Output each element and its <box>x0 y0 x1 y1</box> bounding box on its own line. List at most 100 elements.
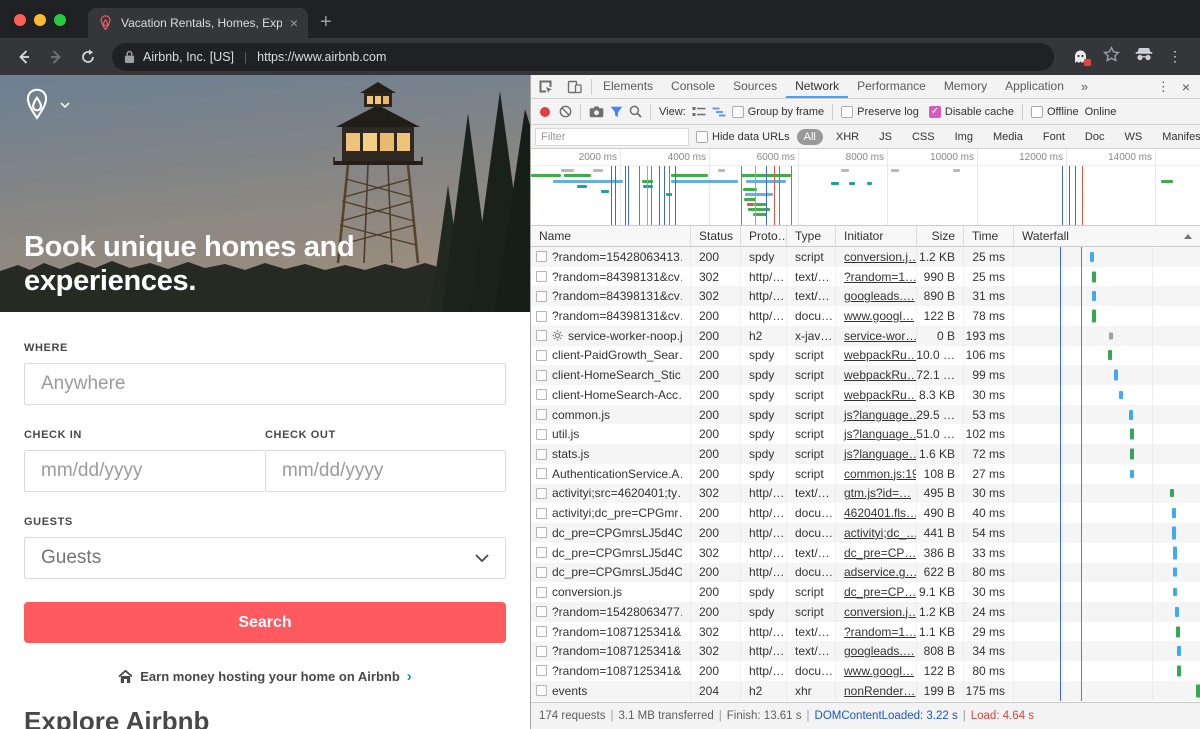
table-row[interactable]: ?random=15428063413…200spdyscriptconvers… <box>531 247 1200 267</box>
initiator-link[interactable]: conversion.j… <box>844 250 917 264</box>
initiator-link[interactable]: googleads.… <box>844 289 915 303</box>
request-name[interactable]: client-PaidGrowth_Sear… <box>552 348 682 362</box>
initiator-link[interactable]: webpackRu… <box>844 348 917 362</box>
forward-button[interactable] <box>42 43 70 71</box>
initiator-link[interactable]: js?language… <box>844 447 917 461</box>
back-button[interactable] <box>10 43 38 71</box>
minimize-window-button[interactable] <box>34 14 46 26</box>
tab-close-icon[interactable]: × <box>290 16 298 30</box>
throttling-select[interactable]: Online <box>1085 106 1117 118</box>
initiator-link[interactable]: activityi;dc_… <box>844 526 917 540</box>
hide-data-urls-checkbox[interactable]: Hide data URLs <box>696 131 790 143</box>
table-row[interactable]: dc_pre=CPGmrsLJ5d4C…200http/…docu…adserv… <box>531 563 1200 583</box>
table-row[interactable]: client-HomeSearch_Stic…200spdyscriptwebp… <box>531 365 1200 385</box>
extension-button[interactable] <box>1072 48 1089 65</box>
filter-pill-img[interactable]: Img <box>948 129 980 145</box>
table-row[interactable]: stats.js200spdyscriptjs?language…1.6 KB7… <box>531 444 1200 464</box>
table-row[interactable]: ?random=1087125341&…302http/…text/…?rand… <box>531 622 1200 642</box>
device-toolbar-button[interactable] <box>560 75 589 98</box>
request-name[interactable]: dc_pre=CPGmrsLJ5d4C… <box>552 546 682 560</box>
overview-toggle[interactable] <box>712 106 726 118</box>
request-name[interactable]: ?random=1087125341&… <box>552 664 682 678</box>
table-row[interactable]: ?random=1087125341&…302http/…text/…googl… <box>531 641 1200 661</box>
preserve-log-checkbox[interactable]: Preserve log <box>841 106 919 118</box>
initiator-link[interactable]: 4620401.fls… <box>844 506 917 520</box>
initiator-link[interactable]: gtm.js?id=… <box>844 486 911 500</box>
filter-pill-media[interactable]: Media <box>986 129 1030 145</box>
filter-pill-all[interactable]: All <box>797 129 823 145</box>
column-header-initiator[interactable]: Initiator <box>836 226 917 246</box>
filter-toggle-button[interactable] <box>610 106 623 118</box>
table-row[interactable]: ?random=84398131&cv…200http/…docu…www.go… <box>531 306 1200 326</box>
devtools-tab-network[interactable]: Network <box>786 75 848 98</box>
table-row[interactable]: util.js200spdyscriptjs?language…51.0 …10… <box>531 424 1200 444</box>
table-row[interactable]: AuthenticationService.A…200spdyscriptcom… <box>531 464 1200 484</box>
initiator-link[interactable]: dc_pre=CP… <box>844 546 916 560</box>
initiator-link[interactable]: ?random=1… <box>844 270 917 284</box>
browser-menu-button[interactable]: ⋮ <box>1168 48 1182 65</box>
devtools-tab-performance[interactable]: Performance <box>848 75 935 98</box>
network-overview[interactable]: 2000 ms4000 ms6000 ms8000 ms10000 ms1200… <box>531 149 1200 226</box>
address-bar[interactable]: Airbnb, Inc. [US] | https://www.airbnb.c… <box>112 43 1054 71</box>
table-row[interactable]: dc_pre=CPGmrsLJ5d4C…302http/…text/…dc_pr… <box>531 543 1200 563</box>
filter-pill-manifest[interactable]: Manifest <box>1155 129 1200 145</box>
request-name[interactable]: ?random=84398131&cv… <box>552 309 682 323</box>
maximize-window-button[interactable] <box>54 14 66 26</box>
request-name[interactable]: client-HomeSearch-Acc… <box>552 388 682 402</box>
table-row[interactable]: common.js200spdyscriptjs?language…29.5 …… <box>531 405 1200 425</box>
reload-button[interactable] <box>74 43 102 71</box>
request-name[interactable]: service-worker-noop.js <box>568 329 682 343</box>
request-name[interactable]: ?random=15428063477… <box>552 605 682 619</box>
request-name[interactable]: activityi;dc_pre=CPGmr… <box>552 506 682 520</box>
disable-cache-checkbox[interactable]: ✓Disable cache <box>929 106 1014 118</box>
table-row[interactable]: client-HomeSearch-Acc…200spdyscriptwebpa… <box>531 385 1200 405</box>
initiator-link[interactable]: ?random=1… <box>844 625 917 639</box>
request-name[interactable]: common.js <box>552 408 610 422</box>
filter-pill-font[interactable]: Font <box>1036 129 1072 145</box>
initiator-link[interactable]: webpackRu… <box>844 368 917 382</box>
table-row[interactable]: events204h2xhrnonRender…199 B175 ms <box>531 681 1200 701</box>
filter-pill-css[interactable]: CSS <box>905 129 942 145</box>
devtools-tab-application[interactable]: Application <box>996 75 1073 98</box>
request-name[interactable]: client-HomeSearch_Stic… <box>552 368 682 382</box>
host-link[interactable]: Earn money hosting your home on Airbnb › <box>24 668 506 685</box>
devtools-tab-elements[interactable]: Elements <box>594 75 662 98</box>
initiator-link[interactable]: googleads.… <box>844 644 915 658</box>
screenshot-button[interactable] <box>589 106 604 118</box>
initiator-link[interactable]: nonRender… <box>844 684 915 698</box>
request-name[interactable]: ?random=15428063413… <box>552 250 682 264</box>
initiator-link[interactable]: js?language… <box>844 427 917 441</box>
devtools-menu-button[interactable]: ⋮ <box>1149 79 1178 95</box>
table-row[interactable]: ?random=1087125341&…200http/…docu…www.go… <box>531 661 1200 681</box>
devtools-tab-sources[interactable]: Sources <box>724 75 786 98</box>
initiator-link[interactable]: www.googl… <box>844 309 914 323</box>
filter-pill-doc[interactable]: Doc <box>1078 129 1112 145</box>
column-header-status[interactable]: Status <box>691 226 741 246</box>
table-row[interactable]: client-PaidGrowth_Sear…200spdyscriptwebp… <box>531 346 1200 366</box>
table-row[interactable]: activityi;src=4620401;ty…302http/…text/…… <box>531 484 1200 504</box>
table-row[interactable]: ?random=84398131&cv…302http/…text/…?rand… <box>531 267 1200 287</box>
table-row[interactable]: ?random=84398131&cv…302http/…text/…googl… <box>531 286 1200 306</box>
column-header-size[interactable]: Size <box>917 226 964 246</box>
close-window-button[interactable] <box>14 14 26 26</box>
search-button[interactable]: Search <box>24 602 506 643</box>
guests-select[interactable]: Guests <box>24 537 506 579</box>
table-row[interactable]: ?random=15428063477…200spdyscriptconvers… <box>531 602 1200 622</box>
initiator-link[interactable]: common.js:19 <box>844 467 917 481</box>
initiator-link[interactable]: js?language… <box>844 408 917 422</box>
request-name[interactable]: conversion.js <box>552 585 622 599</box>
checkout-input[interactable]: mm/dd/yyyy <box>265 450 506 492</box>
request-name[interactable]: activityi;src=4620401;ty… <box>552 486 682 500</box>
filter-input[interactable] <box>535 128 689 146</box>
where-input[interactable]: Anywhere <box>24 363 506 405</box>
initiator-link[interactable]: webpackRu… <box>844 388 917 402</box>
group-by-frame-checkbox[interactable]: Group by frame <box>732 106 824 118</box>
clear-button[interactable] <box>559 105 572 118</box>
search-requests-button[interactable] <box>629 105 642 118</box>
filter-pill-xhr[interactable]: XHR <box>829 129 866 145</box>
initiator-link[interactable]: dc_pre=CP… <box>844 585 916 599</box>
request-name[interactable]: ?random=84398131&cv… <box>552 289 682 303</box>
table-row[interactable]: activityi;dc_pre=CPGmr…200http/…docu…462… <box>531 503 1200 523</box>
initiator-link[interactable]: service-wor… <box>844 329 917 343</box>
request-name[interactable]: ?random=84398131&cv… <box>552 270 682 284</box>
